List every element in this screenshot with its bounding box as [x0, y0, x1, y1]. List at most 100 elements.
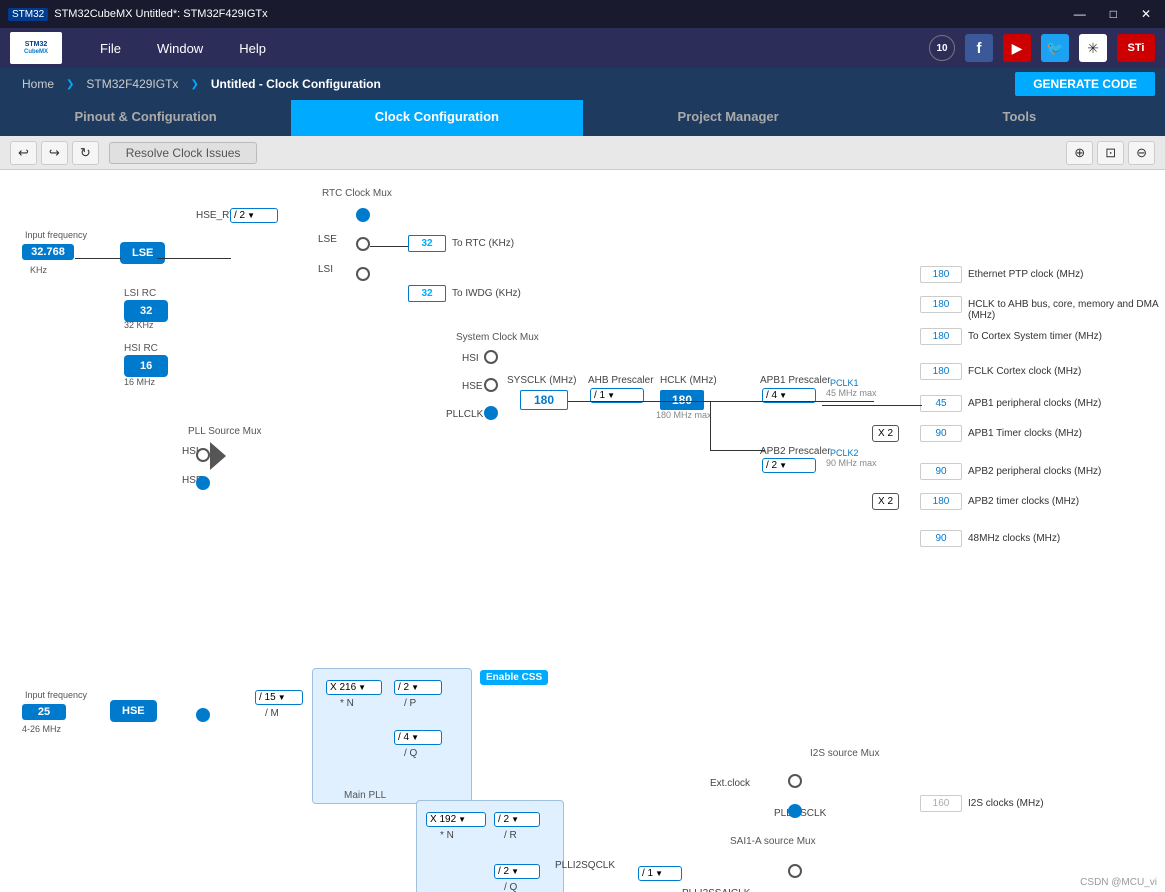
pll-p-select[interactable]: / 2▼ — [394, 680, 442, 695]
pll-m-label: / M — [265, 708, 279, 719]
sysclk-value: 180 — [520, 390, 568, 410]
redo-button[interactable]: ↪ — [41, 141, 68, 165]
apb2-peri-label: APB2 peripheral clocks (MHz) — [968, 466, 1101, 477]
tab-bar: Pinout & Configuration Clock Configurati… — [0, 100, 1165, 136]
clk48-value: 90 — [920, 530, 962, 547]
maximize-button[interactable]: □ — [1104, 5, 1123, 23]
lsi-value-box: 32 — [124, 300, 168, 322]
plli2s-r-select[interactable]: / 2▼ — [494, 812, 540, 827]
plli2ssaiclk-label-1: PLLI2SSAICLK — [682, 888, 750, 892]
refresh-button[interactable]: ↻ — [72, 141, 99, 165]
pll-src-mux-label: PLL Source Mux — [188, 426, 262, 437]
lse-freq-value[interactable]: 32.768 — [22, 244, 74, 260]
youtube-icon: ▶ — [1003, 34, 1031, 62]
pll-m-select[interactable]: / 15▼ — [255, 690, 303, 705]
pll-q-label: / Q — [404, 748, 417, 759]
nav-home[interactable]: Home — [10, 73, 66, 95]
lsi-wire-label: LSI — [318, 264, 333, 275]
hse-box[interactable]: HSE — [110, 700, 157, 722]
apb2-peri-value: 90 — [920, 463, 962, 480]
i2s-src-mux-label: I2S source Mux — [810, 748, 879, 759]
rtc-clock-mux-label: RTC Clock Mux — [322, 188, 392, 199]
pll-n-select[interactable]: X 216▼ — [326, 680, 382, 695]
i2s-div-select[interactable]: / 1▼ — [638, 866, 682, 881]
hse-active-circle[interactable] — [196, 708, 210, 722]
undo-button[interactable]: ↩ — [10, 141, 37, 165]
resolve-clock-issues-button[interactable]: Resolve Clock Issues — [109, 142, 258, 164]
zoom-out-button[interactable]: ⊖ — [1128, 141, 1155, 165]
apb2-timer-label: APB2 timer clocks (MHz) — [968, 496, 1079, 507]
menu-window[interactable]: Window — [139, 35, 221, 62]
pll-mux-hse[interactable] — [196, 476, 210, 490]
stm32-logo: STM32 CubeMX — [10, 32, 62, 64]
eth-ptp-label: Ethernet PTP clock (MHz) — [968, 269, 1083, 280]
nav-device[interactable]: STM32F429IGTx — [74, 73, 190, 95]
app-icon: STM32 — [8, 8, 48, 21]
menu-file[interactable]: File — [82, 35, 139, 62]
title-bar: STM32 STM32CubeMX Untitled*: STM32F429IG… — [0, 0, 1165, 28]
hsi-mhz-label: 16 MHz — [124, 377, 155, 387]
pllclk-mux-label: PLLCLK — [446, 409, 483, 420]
pll-mux-hsi[interactable] — [196, 448, 210, 462]
nav-config[interactable]: Untitled - Clock Configuration — [199, 73, 393, 95]
pll-p-label: / P — [404, 698, 416, 709]
apb1-peri-label: APB1 peripheral clocks (MHz) — [968, 398, 1101, 409]
lsi-rc-label: LSI RC — [124, 288, 156, 299]
tab-project[interactable]: Project Manager — [583, 100, 874, 136]
i2s-clk-value: 160 — [920, 795, 962, 812]
input-freq-label-1: Input frequency — [25, 230, 87, 240]
tab-clock[interactable]: Clock Configuration — [291, 100, 582, 136]
menu-help[interactable]: Help — [221, 35, 284, 62]
hse-freq-value[interactable]: 25 — [22, 704, 66, 720]
lse-unit-label: KHz — [30, 265, 47, 275]
hclk-ahb-value: 180 — [920, 296, 962, 313]
hse-range-label: 4-26 MHz — [22, 724, 61, 734]
i2s-mux-pll[interactable] — [788, 804, 802, 818]
apb2-prescaler-label: APB2 Prescaler — [760, 446, 831, 457]
logo-area: STM32 CubeMX — [10, 32, 62, 64]
tab-pinout[interactable]: Pinout & Configuration — [0, 100, 291, 136]
sysclk-mux-hse[interactable] — [484, 378, 498, 392]
hsi-value-box: 16 — [124, 355, 168, 377]
rtc-mux-lsi[interactable] — [356, 267, 370, 281]
lse-box[interactable]: LSE — [120, 242, 165, 264]
to-rtc-label: To RTC (KHz) — [452, 238, 514, 249]
input-freq-label-2: Input frequency — [25, 690, 87, 700]
ext-clock-label-1: Ext.clock — [710, 778, 750, 789]
pclk1-max-label: 45 MHz max — [826, 388, 877, 398]
pclk2-label: PCLK2 — [830, 448, 859, 458]
close-button[interactable]: ✕ — [1135, 5, 1157, 23]
pll-n-label: * N — [340, 698, 354, 709]
window-title: STM32CubeMX Untitled*: STM32F429IGTx — [54, 8, 267, 20]
pll-q-select[interactable]: / 4▼ — [394, 730, 442, 745]
plli2s-n-select[interactable]: X 192▼ — [426, 812, 486, 827]
minimize-button[interactable]: — — [1068, 5, 1092, 23]
apb1-timer-value: 90 — [920, 425, 962, 442]
rtc-mux-hse[interactable] — [356, 208, 370, 222]
sysclk-mux-pllclk[interactable] — [484, 406, 498, 420]
twitter-icon: 🐦 — [1041, 34, 1069, 62]
rtc-mux-lse[interactable] — [356, 237, 370, 251]
enable-css-button[interactable]: Enable CSS — [480, 670, 548, 685]
pll-src-mux-triangle — [210, 442, 226, 470]
hse-rtc-div-select[interactable]: / 2▼ — [230, 208, 278, 223]
hse-mux-label: HSE — [462, 381, 483, 392]
plli2s-q-select[interactable]: / 2▼ — [494, 864, 540, 879]
sysclk-mux-hsi[interactable] — [484, 350, 498, 364]
facebook-icon: f — [965, 34, 993, 62]
toolbar: ↩ ↪ ↻ Resolve Clock Issues ⊕ ⊡ ⊖ — [0, 136, 1165, 170]
sai1a-mux-c1[interactable] — [788, 864, 802, 878]
apb1-x2-box: X 2 — [872, 425, 899, 442]
tab-tools[interactable]: Tools — [874, 100, 1165, 136]
apb2-prescaler-select[interactable]: / 2▼ — [762, 458, 816, 473]
zoom-in-button[interactable]: ⊕ — [1066, 141, 1093, 165]
fclk-label: FCLK Cortex clock (MHz) — [968, 366, 1081, 377]
zoom-fit-button[interactable]: ⊡ — [1097, 141, 1124, 165]
generate-code-button[interactable]: GENERATE CODE — [1015, 72, 1155, 96]
plli2s-q-label: / Q — [504, 882, 517, 892]
pclk2-max-label: 90 MHz max — [826, 458, 877, 468]
wire-apb1 — [710, 450, 765, 451]
hclk-label: HCLK (MHz) — [660, 375, 717, 386]
i2s-mux-ext[interactable] — [788, 774, 802, 788]
to-iwdg-label: To IWDG (KHz) — [452, 288, 521, 299]
